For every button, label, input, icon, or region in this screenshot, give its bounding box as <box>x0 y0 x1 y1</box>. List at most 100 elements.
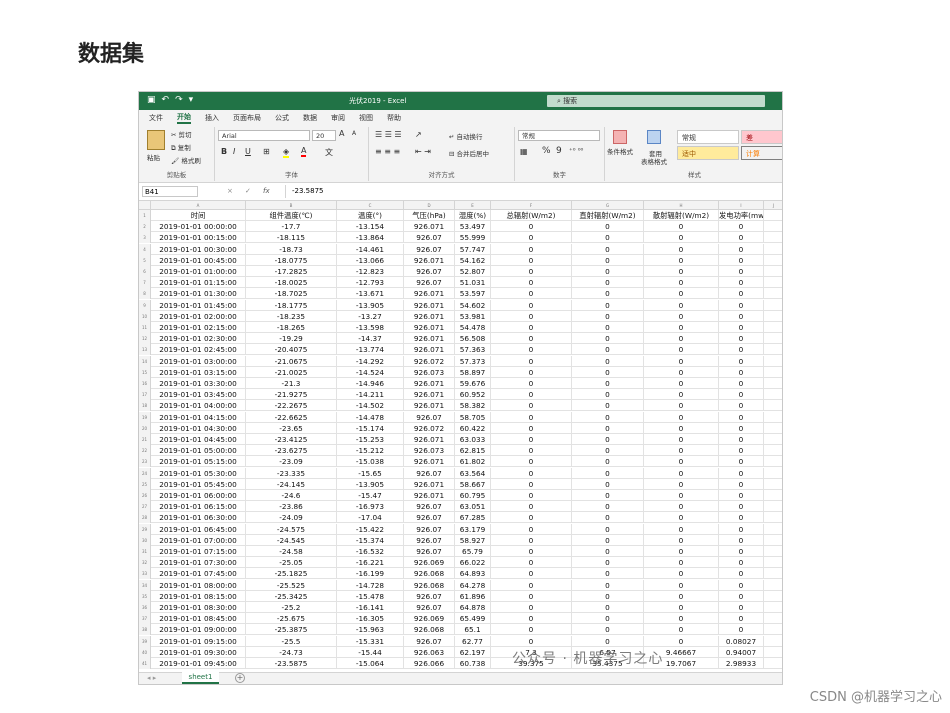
data-cell[interactable]: 0 <box>719 602 764 613</box>
tab-8[interactable]: 帮助 <box>387 113 401 123</box>
data-cell[interactable]: 2019-01-01 02:30:00 <box>151 333 246 345</box>
data-cell[interactable]: 0 <box>644 613 719 625</box>
data-cell[interactable]: 0 <box>491 579 572 591</box>
row-number[interactable]: 36 <box>139 602 151 613</box>
data-cell[interactable]: -24.73 <box>246 646 337 658</box>
sheet-nav-icon[interactable]: ◂ ▸ <box>147 674 156 682</box>
data-cell[interactable]: 0 <box>572 490 644 501</box>
data-cell[interactable]: 926.07 <box>404 602 455 613</box>
empty-cell[interactable] <box>764 344 782 356</box>
data-cell[interactable]: 926.063 <box>404 646 455 658</box>
row-number[interactable]: 12 <box>139 333 151 345</box>
data-cell[interactable]: 57.747 <box>455 243 491 255</box>
row-number[interactable]: 9 <box>139 299 151 311</box>
data-cell[interactable]: -18.0025 <box>246 277 337 289</box>
data-cell[interactable]: -22.6625 <box>246 411 337 423</box>
data-cell[interactable]: -14.524 <box>337 366 404 378</box>
data-cell[interactable]: 0 <box>644 254 719 266</box>
percent-button[interactable]: % <box>542 146 551 156</box>
data-cell[interactable]: -16.199 <box>337 568 404 580</box>
data-cell[interactable]: 60.422 <box>455 422 491 434</box>
data-cell[interactable]: -14.478 <box>337 411 404 423</box>
data-cell[interactable]: -16.221 <box>337 557 404 569</box>
data-cell[interactable]: 0 <box>719 266 764 277</box>
paste-button[interactable]: 粘贴 <box>147 152 160 162</box>
data-cell[interactable]: 926.072 <box>404 422 455 434</box>
currency-icon[interactable]: ▦ <box>520 147 528 156</box>
data-cell[interactable]: -15.963 <box>337 624 404 636</box>
data-cell[interactable]: 926.071 <box>404 299 455 311</box>
data-cell[interactable]: 0 <box>644 355 719 367</box>
empty-cell[interactable] <box>764 658 782 669</box>
data-cell[interactable]: 0 <box>491 624 572 636</box>
data-cell[interactable]: 2019-01-01 07:30:00 <box>151 557 246 569</box>
data-cell[interactable]: 2019-01-01 06:30:00 <box>151 512 246 524</box>
style-calc[interactable]: 计算 <box>741 146 782 160</box>
data-cell[interactable]: 64.878 <box>455 602 491 613</box>
row-number[interactable]: 2 <box>139 221 151 233</box>
row-number[interactable]: 1 <box>139 210 151 221</box>
row-number[interactable]: 3 <box>139 232 151 244</box>
data-cell[interactable]: 926.068 <box>404 579 455 591</box>
data-cell[interactable]: 0 <box>491 512 572 524</box>
empty-cell[interactable] <box>764 602 782 613</box>
data-cell[interactable]: 0 <box>719 232 764 244</box>
border-icon[interactable]: ⊞ <box>263 147 270 156</box>
data-cell[interactable]: -21.0675 <box>246 355 337 367</box>
column-header-A[interactable]: A <box>151 201 246 210</box>
empty-cell[interactable] <box>764 546 782 557</box>
empty-cell[interactable] <box>764 311 782 322</box>
column-header-F[interactable]: F <box>491 201 572 210</box>
data-cell[interactable]: 64.278 <box>455 579 491 591</box>
data-cell[interactable]: 0 <box>572 243 644 255</box>
phonetic-icon[interactable]: 文 <box>325 147 333 158</box>
data-cell[interactable]: -12.823 <box>337 266 404 277</box>
data-cell[interactable]: -25.3875 <box>246 624 337 636</box>
data-cell[interactable]: 0 <box>719 344 764 356</box>
data-cell[interactable]: 0 <box>719 624 764 636</box>
data-cell[interactable]: -23.335 <box>246 467 337 479</box>
data-cell[interactable]: 0 <box>644 221 719 233</box>
data-cell[interactable]: 0 <box>644 557 719 569</box>
data-cell[interactable]: -21.0025 <box>246 366 337 378</box>
data-cell[interactable]: 0 <box>491 254 572 266</box>
fill-color-icon[interactable]: ◈ <box>283 147 290 158</box>
data-cell[interactable]: 2019-01-01 04:30:00 <box>151 422 246 434</box>
search-box[interactable]: ⌕ 搜索 <box>547 95 765 107</box>
data-cell[interactable]: 926.071 <box>404 221 455 233</box>
row-number[interactable]: 22 <box>139 445 151 457</box>
row-number[interactable]: 16 <box>139 378 151 389</box>
formula-input[interactable]: -23.5875 <box>285 185 781 198</box>
data-cell[interactable]: 2019-01-01 01:45:00 <box>151 299 246 311</box>
data-cell[interactable]: 0 <box>644 266 719 277</box>
data-cell[interactable]: -13.905 <box>337 299 404 311</box>
row-number[interactable]: 5 <box>139 254 151 266</box>
data-cell[interactable]: 2019-01-01 04:00:00 <box>151 400 246 412</box>
conditional-format-button[interactable]: 条件格式 <box>607 146 633 156</box>
data-cell[interactable]: 0 <box>719 355 764 367</box>
data-cell[interactable]: 926.071 <box>404 344 455 356</box>
data-cell[interactable]: 62.197 <box>455 646 491 658</box>
row-number[interactable]: 39 <box>139 635 151 647</box>
data-cell[interactable]: 0 <box>572 501 644 513</box>
data-cell[interactable]: 0 <box>491 266 572 277</box>
data-cell[interactable]: -17.7 <box>246 221 337 233</box>
data-cell[interactable]: 926.07 <box>404 277 455 289</box>
row-number[interactable]: 37 <box>139 613 151 625</box>
row-number[interactable]: 20 <box>139 422 151 434</box>
data-cell[interactable]: 2019-01-01 04:45:00 <box>151 434 246 445</box>
sheet-tab[interactable]: sheet1 <box>182 672 219 684</box>
row-number[interactable]: 38 <box>139 624 151 636</box>
data-cell[interactable]: 0 <box>572 546 644 557</box>
data-cell[interactable]: 2019-01-01 02:45:00 <box>151 344 246 356</box>
data-cell[interactable]: -15.331 <box>337 635 404 647</box>
font-name-select[interactable]: Arial <box>218 130 310 141</box>
row-number[interactable]: 7 <box>139 277 151 289</box>
function-icon[interactable]: fx <box>263 187 270 195</box>
data-cell[interactable]: 53.597 <box>455 288 491 300</box>
column-header-J[interactable]: J <box>764 201 782 210</box>
empty-cell[interactable] <box>764 266 782 277</box>
data-cell[interactable]: 926.071 <box>404 456 455 468</box>
data-cell[interactable]: -16.305 <box>337 613 404 625</box>
data-cell[interactable]: 53.981 <box>455 310 491 322</box>
